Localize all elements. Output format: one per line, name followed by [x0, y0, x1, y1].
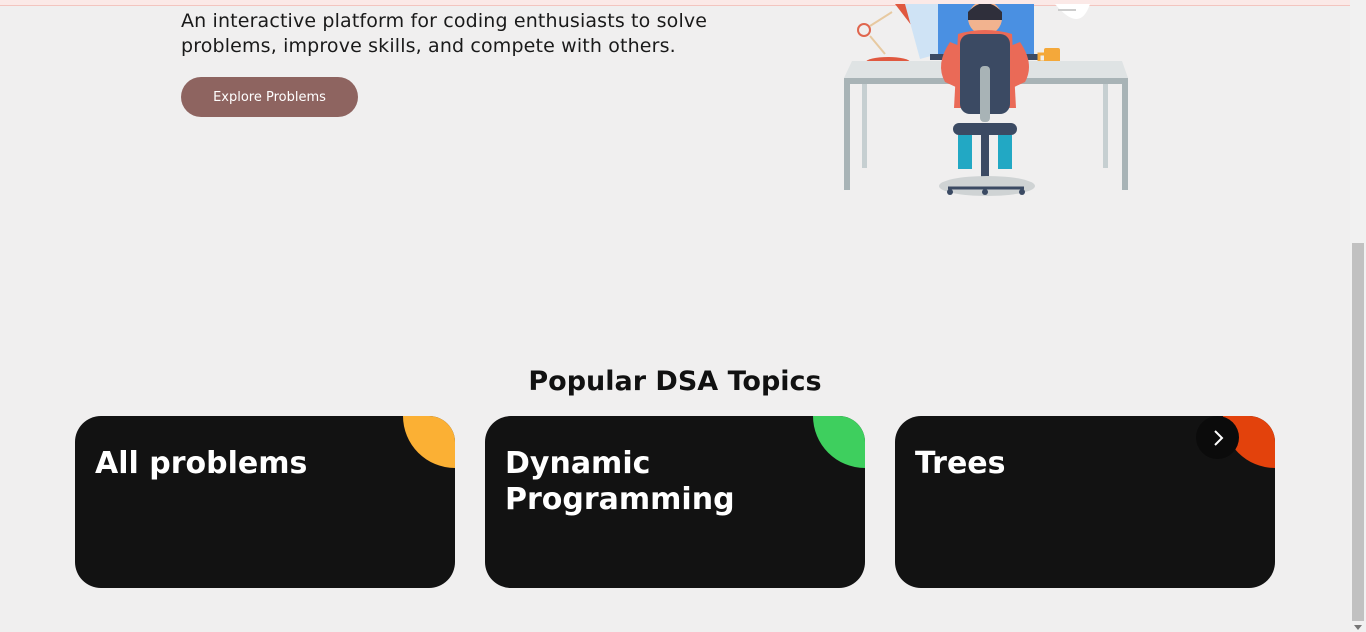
explore-problems-button[interactable]: Explore Problems [181, 77, 358, 117]
card-accent-corner [813, 416, 865, 468]
topic-card-title: All problems [95, 446, 308, 481]
carousel-next-button[interactable] [1196, 416, 1239, 459]
developer-illustration [844, 4, 1128, 196]
hero-tagline: An interactive platform for coding enthu… [181, 10, 708, 57]
page-scrollbar[interactable] [1350, 0, 1366, 632]
card-accent-corner [403, 416, 455, 468]
topic-card-title: Trees [915, 446, 1006, 481]
topic-card-title: Dynamic Programming [505, 446, 735, 517]
topic-card-dynamic-programming[interactable]: Dynamic Programming [485, 416, 865, 588]
scroll-down-arrow-icon[interactable] [1354, 625, 1362, 630]
topics-section-title: Popular DSA Topics [528, 366, 822, 397]
scrollbar-thumb[interactable] [1352, 243, 1364, 621]
chevron-right-icon [1213, 429, 1223, 446]
top-border [0, 0, 1350, 6]
topic-card-all-problems[interactable]: All problems [75, 416, 455, 588]
